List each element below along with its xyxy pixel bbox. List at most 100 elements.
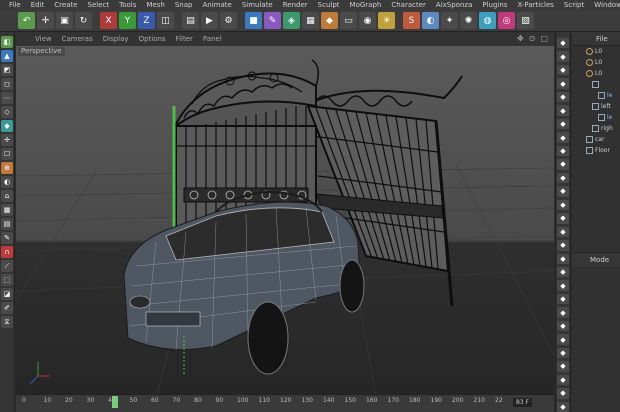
brush-icon[interactable]: ✐ xyxy=(1,302,13,314)
points-mode-icon[interactable]: ⋯ xyxy=(1,92,13,104)
subdivision-icon[interactable]: ◈ xyxy=(283,12,300,29)
cloner-icon[interactable]: ◆ xyxy=(557,145,569,157)
magnet-icon[interactable]: ∩ xyxy=(1,246,13,258)
current-frame-field[interactable]: 83 F xyxy=(513,398,532,407)
shader-icon[interactable]: ◆ xyxy=(557,266,569,278)
object-row[interactable]: left xyxy=(572,101,620,112)
xp-modifier-icon[interactable]: ◎ xyxy=(498,12,515,29)
polygons-mode-icon[interactable]: ◆ xyxy=(1,120,13,132)
workplane-icon[interactable]: ◻ xyxy=(1,78,13,90)
light-icon[interactable]: ☀ xyxy=(378,12,395,29)
lock-icon[interactable]: ⌂ xyxy=(1,190,13,202)
deformer-icon[interactable]: ◆ xyxy=(321,12,338,29)
object-row[interactable]: le xyxy=(572,90,620,101)
menu-select[interactable]: Select xyxy=(83,0,115,10)
array-icon[interactable]: ▦ xyxy=(302,12,319,29)
menu-mograph[interactable]: MoGraph xyxy=(345,0,387,10)
bookmark-icon[interactable]: ◆ xyxy=(557,118,569,130)
star-icon[interactable]: ◆ xyxy=(557,132,569,143)
viewport-menu-panel[interactable]: Panel xyxy=(198,35,227,43)
z-axis-icon[interactable]: Z xyxy=(138,12,155,29)
timeline-icon[interactable]: ⧖ xyxy=(1,316,13,328)
x-axis-icon[interactable]: X xyxy=(100,12,117,29)
tweak-mode-icon[interactable]: ☐ xyxy=(1,148,13,160)
field-icon[interactable]: ◆ xyxy=(557,186,569,197)
zoom-view-icon[interactable]: ⊙ xyxy=(529,34,536,43)
sculpt-icon[interactable]: ◐ xyxy=(1,176,13,188)
motion-icon[interactable]: ◆ xyxy=(557,253,569,264)
outliner-icon[interactable]: ◆ xyxy=(557,78,569,89)
object-row[interactable]: car xyxy=(572,134,620,145)
attribute-mode-menu[interactable]: Mode xyxy=(590,256,609,264)
y-axis-icon[interactable]: Y xyxy=(119,12,136,29)
effector-icon[interactable]: ◆ xyxy=(557,172,569,184)
rotate-icon[interactable]: ↻ xyxy=(75,12,92,29)
edges-mode-icon[interactable]: ◇ xyxy=(1,106,13,118)
xp-render-icon[interactable]: ▧ xyxy=(517,12,534,29)
viewport-menu-filter[interactable]: Filter xyxy=(171,35,198,43)
make-editable-icon[interactable]: ◧ xyxy=(1,36,13,48)
sponza-icon[interactable]: ✦ xyxy=(441,12,458,29)
render-settings-icon[interactable]: ⚙ xyxy=(220,12,237,29)
menu-sculpt[interactable]: Sculpt xyxy=(313,0,345,10)
object-row[interactable]: L0 xyxy=(572,46,620,57)
content-icon[interactable]: ◆ xyxy=(557,293,569,305)
pen-icon[interactable]: ✎ xyxy=(264,12,281,29)
menu-snap[interactable]: Snap xyxy=(170,0,198,10)
dynamics-icon[interactable]: ◆ xyxy=(557,226,569,238)
script-icon[interactable]: S xyxy=(403,12,420,29)
move-view-icon[interactable]: ✥ xyxy=(517,34,524,43)
object-row[interactable] xyxy=(572,79,620,90)
coord-system-icon[interactable]: ◫ xyxy=(157,12,174,29)
texture-mode-icon[interactable]: ◩ xyxy=(1,64,13,76)
object-row[interactable]: le xyxy=(572,112,620,123)
console-icon[interactable]: ◆ xyxy=(557,334,569,345)
structure-icon[interactable]: ◆ xyxy=(557,307,569,318)
layers-icon[interactable]: ◆ xyxy=(557,38,569,49)
model-mode-icon[interactable]: ▲ xyxy=(1,50,13,62)
camera-icon[interactable]: ◉ xyxy=(359,12,376,29)
menu-file[interactable]: File xyxy=(4,0,26,10)
menu-window[interactable]: Window xyxy=(589,0,620,10)
fracture-icon[interactable]: ◆ xyxy=(557,159,569,170)
timeline[interactable]: 83 F 0 10 20 30 40 50 60 70 80 90 100 110 120 130 140 1… xyxy=(16,394,554,412)
move-icon[interactable]: ✛ xyxy=(37,12,54,29)
menu-render[interactable]: Render xyxy=(278,0,313,10)
extrude-icon[interactable]: ⬚ xyxy=(1,274,13,286)
snap-icon[interactable]: ⊕ xyxy=(1,162,13,174)
filter-icon[interactable]: ◆ xyxy=(557,91,569,103)
menu-mesh[interactable]: Mesh xyxy=(141,0,169,10)
material-icon[interactable]: ◆ xyxy=(557,64,569,76)
menu-tools[interactable]: Tools xyxy=(114,0,141,10)
particle-icon[interactable]: ◆ xyxy=(557,240,569,251)
menu-aixsponza[interactable]: AixSponza xyxy=(431,0,477,10)
grid-icon[interactable]: ▦ xyxy=(1,204,13,216)
axis-mode-icon[interactable]: ✛ xyxy=(1,134,13,146)
viewport-menu-options[interactable]: Options xyxy=(134,35,171,43)
bevel-icon[interactable]: ◪ xyxy=(1,288,13,300)
viewport-menu-cameras[interactable]: Cameras xyxy=(57,35,98,43)
object-row[interactable]: L0 xyxy=(572,68,620,79)
menu-edit[interactable]: Edit xyxy=(26,0,50,10)
3d-scene[interactable] xyxy=(16,46,554,398)
cloth-icon[interactable]: ◆ xyxy=(557,213,569,224)
menu-x-particles[interactable]: X-Particles xyxy=(512,0,558,10)
plugin-icon[interactable]: ◐ xyxy=(422,12,439,29)
floor-icon[interactable]: ▭ xyxy=(340,12,357,29)
library-icon[interactable]: ◆ xyxy=(557,361,569,372)
menu-create[interactable]: Create xyxy=(49,0,82,10)
asset-icon[interactable]: ◆ xyxy=(557,347,569,359)
search-icon[interactable]: ◆ xyxy=(557,105,569,116)
maximize-view-icon[interactable]: ▢ xyxy=(540,34,548,43)
history-icon[interactable]: ◆ xyxy=(557,320,569,332)
viewport-panel[interactable]: View Cameras Display Options Filter Panel ✥ ⊙… xyxy=(16,32,554,412)
hair-icon[interactable]: ◆ xyxy=(557,199,569,211)
help-icon[interactable]: ◆ xyxy=(557,388,569,399)
render-view-icon[interactable]: ▤ xyxy=(182,12,199,29)
object-manager-file-menu[interactable]: File xyxy=(596,35,608,43)
knife-icon[interactable]: ⟋ xyxy=(1,260,13,272)
render-icon[interactable]: ▶ xyxy=(201,12,218,29)
paint-icon[interactable]: ✎ xyxy=(1,232,13,244)
undo-icon[interactable]: ↶ xyxy=(18,12,35,29)
xp-emitter-icon[interactable]: ✺ xyxy=(460,12,477,29)
